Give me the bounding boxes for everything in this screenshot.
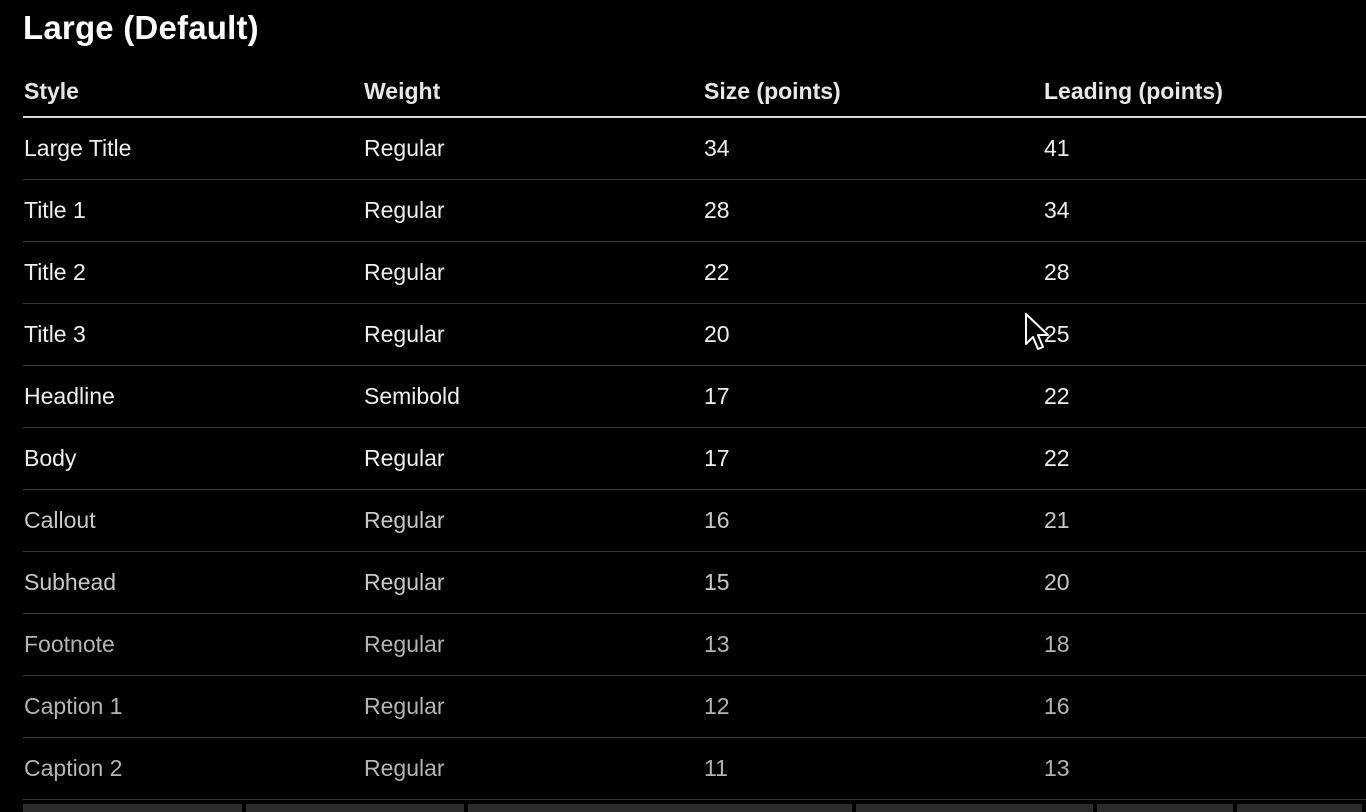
cell-style: Caption 2 — [23, 737, 363, 800]
next-table-header-strip — [23, 804, 1366, 812]
table-row: Title 2 Regular 22 28 — [23, 241, 1366, 304]
table-row: Large Title Regular 34 41 — [23, 117, 1366, 180]
cell-size: 22 — [703, 241, 1043, 304]
cell-size: 13 — [703, 613, 1043, 676]
column-header-leading: Leading (points) — [1043, 66, 1366, 118]
cell-style: Large Title — [23, 117, 363, 180]
cell-size: 34 — [703, 117, 1043, 180]
section-title: Large (Default) — [23, 9, 259, 46]
table-row: Title 3 Regular 20 25 — [23, 303, 1366, 366]
cell-leading: 22 — [1043, 365, 1366, 428]
cell-size: 17 — [703, 365, 1043, 428]
cell-style: Caption 1 — [23, 675, 363, 738]
cell-leading: 20 — [1043, 551, 1366, 614]
mouse-pointer-icon — [1025, 313, 1049, 350]
table-row: Subhead Regular 15 20 — [23, 551, 1366, 614]
cell-weight: Regular — [363, 737, 703, 800]
cell-size: 11 — [703, 737, 1043, 800]
cell-weight: Regular — [363, 613, 703, 676]
cell-style: Body — [23, 427, 363, 490]
cell-style: Title 1 — [23, 179, 363, 242]
cell-style: Subhead — [23, 551, 363, 614]
table-header-row: Style Weight Size (points) Leading (poin… — [23, 66, 1366, 118]
cell-style: Footnote — [23, 613, 363, 676]
column-header-weight: Weight — [363, 66, 703, 118]
table-row: Caption 2 Regular 11 13 — [23, 737, 1366, 800]
cell-size: 12 — [703, 675, 1043, 738]
cell-leading: 34 — [1043, 179, 1366, 242]
type-scale-table: Style Weight Size (points) Leading (poin… — [23, 66, 1366, 800]
cell-weight: Regular — [363, 489, 703, 552]
table-row: Title 1 Regular 28 34 — [23, 179, 1366, 242]
cell-weight: Regular — [363, 241, 703, 304]
cell-leading: 25 — [1043, 303, 1366, 366]
column-header-style: Style — [23, 66, 363, 118]
cell-leading: 22 — [1043, 427, 1366, 490]
cell-weight: Semibold — [363, 365, 703, 428]
cell-leading: 13 — [1043, 737, 1366, 800]
cell-size: 16 — [703, 489, 1043, 552]
cell-size: 17 — [703, 427, 1043, 490]
table-row: Body Regular 17 22 — [23, 427, 1366, 490]
column-header-size: Size (points) — [703, 66, 1043, 118]
cell-weight: Regular — [363, 117, 703, 180]
cell-weight: Regular — [363, 675, 703, 738]
cell-style: Headline — [23, 365, 363, 428]
cell-size: 15 — [703, 551, 1043, 614]
cell-style: Title 3 — [23, 303, 363, 366]
cell-size: 20 — [703, 303, 1043, 366]
table-row: Callout Regular 16 21 — [23, 489, 1366, 552]
cell-leading: 18 — [1043, 613, 1366, 676]
cell-leading: 28 — [1043, 241, 1366, 304]
cell-leading: 21 — [1043, 489, 1366, 552]
cell-weight: Regular — [363, 179, 703, 242]
cell-leading: 41 — [1043, 117, 1366, 180]
cell-style: Callout — [23, 489, 363, 552]
cell-leading: 16 — [1043, 675, 1366, 738]
cell-style: Title 2 — [23, 241, 363, 304]
typography-page: Large (Default) Style Weight Size (point… — [0, 0, 1366, 812]
table-row: Headline Semibold 17 22 — [23, 365, 1366, 428]
cell-size: 28 — [703, 179, 1043, 242]
table-row: Footnote Regular 13 18 — [23, 613, 1366, 676]
cell-weight: Regular — [363, 427, 703, 490]
cell-weight: Regular — [363, 551, 703, 614]
cell-weight: Regular — [363, 303, 703, 366]
table-row: Caption 1 Regular 12 16 — [23, 675, 1366, 738]
